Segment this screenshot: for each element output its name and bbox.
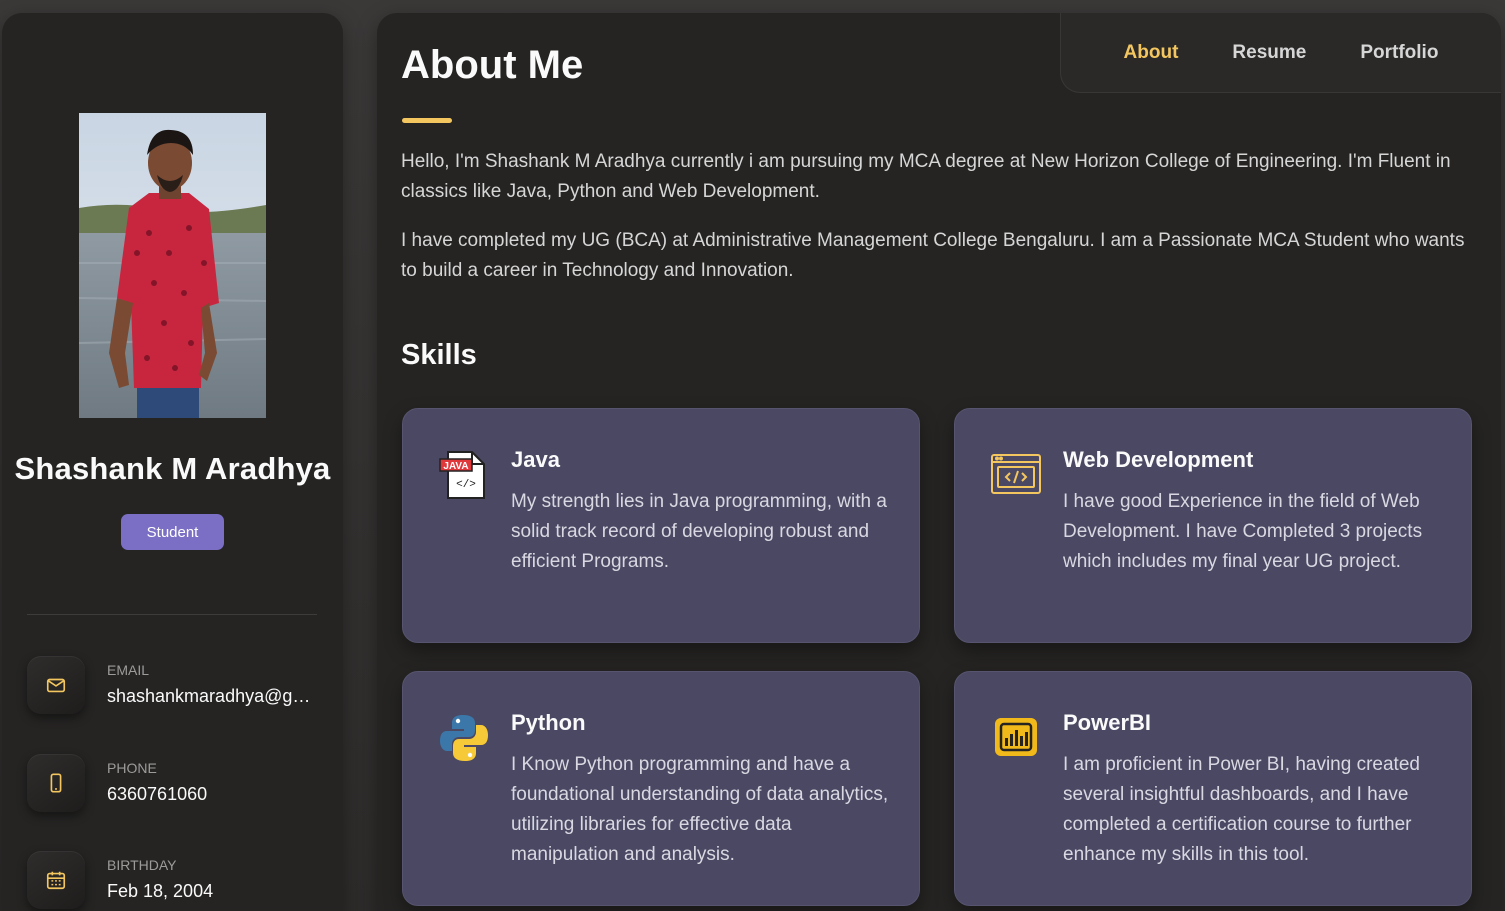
nav-resume[interactable]: Resume [1232,42,1306,64]
mail-icon [27,656,85,714]
main-content: About Resume Portfolio About Me Hello, I… [377,13,1501,911]
about-paragraph-1: Hello, I'm Shashank M Aradhya currently … [401,151,1451,202]
python-icon [438,712,490,764]
skill-desc-java: My strength lies in Java programming, wi… [511,491,887,572]
birthday-value: Feb 18, 2004 [107,881,214,901]
birthday-label: BIRTHDAY [107,857,177,873]
title-underline [402,118,452,123]
skill-title-powerbi: PowerBI [1063,710,1152,735]
skill-desc-python: I Know Python programming and have a fou… [511,754,889,865]
phone-icon [27,754,85,812]
skill-title-python: Python [511,710,586,735]
phone-label: PHONE [107,760,157,776]
nav-portfolio[interactable]: Portfolio [1360,42,1438,64]
skill-card-web-development: Web Development I have good Experience i… [954,408,1472,643]
email-label: EMAIL [107,662,150,678]
web-code-icon [990,449,1042,501]
page-title: About Me [401,43,584,87]
role-badge: Student [121,514,224,550]
nav-about[interactable]: About [1124,42,1179,64]
skill-title-web-development: Web Development [1063,447,1254,472]
about-paragraph-2: I have completed my UG (BCA) at Administ… [401,230,1465,281]
calendar-icon [27,851,85,909]
email-link[interactable]: shashankmaradhya@gmail.com [107,686,317,707]
navbar: About Resume Portfolio [1060,13,1501,93]
sidebar: Shashank M Aradhya Student EMAIL shashan… [2,13,343,911]
skill-desc-web-development: I have good Experience in the field of W… [1063,491,1423,572]
skill-card-powerbi: PowerBI I am proficient in Power BI, hav… [954,671,1472,906]
page: Shashank M Aradhya Student EMAIL shashan… [0,0,1505,911]
profile-name: Shashank M Aradhya [14,451,331,486]
java-icon: JAVA </> [438,449,490,501]
svg-text:</>: </> [456,479,476,491]
java-icon-text: JAVA [443,461,468,472]
skill-card-java: JAVA </> Java My strength lies in Java p… [402,408,920,643]
powerbi-icon [990,712,1042,764]
avatar [79,113,266,418]
skill-card-python: Python I Know Python programming and hav… [402,671,920,906]
contact-email: EMAIL shashankmaradhya@gmail.com [27,656,327,718]
contact-phone: PHONE 6360761060 [27,754,327,816]
skill-title-java: Java [511,447,560,472]
sidebar-divider [27,614,317,615]
skill-desc-powerbi: I am proficient in Power BI, having crea… [1063,754,1420,865]
skills-heading: Skills [401,339,477,371]
phone-link[interactable]: 6360761060 [107,784,317,805]
contact-birthday: BIRTHDAY Feb 18, 2004 [27,851,327,911]
